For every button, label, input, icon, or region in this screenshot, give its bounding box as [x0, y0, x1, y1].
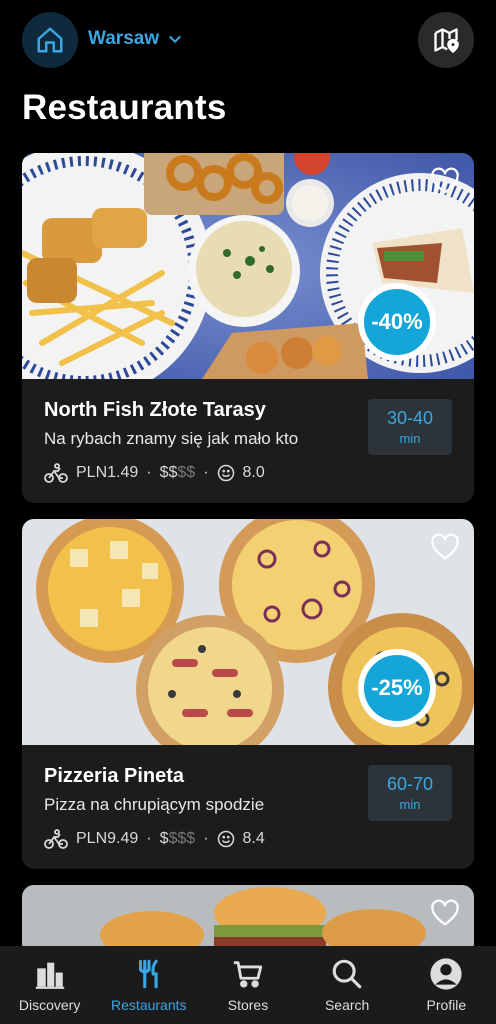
restaurant-description: Pizza na chrupiącym spodzie	[44, 795, 265, 814]
restaurant-name: North Fish Złote Tarasy	[44, 399, 266, 421]
shopping-cart-icon	[233, 961, 263, 988]
heart-icon	[431, 899, 459, 926]
heart-icon	[431, 167, 459, 194]
food-photo-burger	[22, 885, 474, 955]
eta-range: 60-70	[386, 774, 434, 794]
restaurant-card[interactable]: -40% North Fish Złote Tarasy Na rybach z…	[22, 153, 474, 503]
delivery-time-badge: 30-40 min	[368, 399, 452, 455]
separator-dot: ·	[203, 464, 209, 481]
delivery-fee: PLN1.49	[76, 464, 139, 481]
favorite-button[interactable]	[430, 899, 460, 932]
discount-badge: -25%	[358, 649, 436, 727]
home-button[interactable]	[22, 12, 78, 68]
price-level-active: $$	[159, 464, 178, 481]
price-level-dim: $$$	[168, 830, 196, 847]
nav-restaurants[interactable]: Restaurants	[101, 957, 197, 1013]
nav-label-search: Search	[324, 997, 370, 1013]
courier-bike-icon	[44, 829, 68, 849]
map-pin-icon	[434, 28, 459, 53]
nav-label-stores: Stores	[227, 997, 269, 1013]
nav-search[interactable]: Search	[299, 957, 395, 1013]
map-button[interactable]	[418, 12, 474, 68]
restaurant-description: Na rybach znamy się jak mało kto	[44, 429, 299, 448]
nav-discovery[interactable]: Discovery	[2, 957, 98, 1013]
chevron-down-icon	[169, 36, 181, 43]
restaurant-meta: PLN1.49 · $$$$ · 8.0	[44, 463, 265, 483]
restaurant-card[interactable]	[22, 885, 474, 955]
price-level: $$$$	[160, 830, 196, 848]
restaurant-image: -25%	[22, 519, 474, 745]
nav-stores[interactable]: Stores	[200, 957, 296, 1013]
favorite-button[interactable]	[430, 167, 460, 200]
nav-label-discovery: Discovery	[18, 997, 81, 1013]
city-buildings-icon	[35, 962, 64, 989]
courier-bike-icon	[44, 463, 68, 483]
restaurant-image	[22, 885, 474, 955]
eta-unit: min	[399, 431, 421, 446]
restaurant-name: Pizzeria Pineta	[44, 765, 185, 787]
page-title: Restaurants	[22, 88, 227, 127]
top-bar: Warsaw	[0, 0, 496, 80]
city-label: Warsaw	[88, 28, 160, 49]
separator-dot: ·	[146, 830, 152, 847]
nav-label-profile: Profile	[426, 997, 467, 1013]
smiley-icon	[217, 830, 234, 848]
delivery-time-badge: 60-70 min	[368, 765, 452, 821]
home-icon	[37, 27, 63, 53]
price-level-active: $	[159, 830, 169, 847]
price-level: $$$$	[160, 464, 196, 482]
smiley-icon	[217, 464, 234, 482]
fork-knife-icon	[138, 959, 158, 989]
restaurant-info: Pizzeria Pineta Pizza na chrupiącym spod…	[22, 745, 474, 869]
restaurant-info: North Fish Złote Tarasy Na rybach znamy …	[22, 379, 474, 503]
city-selector[interactable]: Warsaw	[88, 28, 183, 50]
nav-profile[interactable]: Profile	[398, 957, 494, 1013]
delivery-fee: PLN9.49	[76, 830, 139, 847]
rating: 8.4	[242, 830, 265, 847]
favorite-button[interactable]	[430, 533, 460, 566]
bottom-navigation: Discovery Restaurants Stores Search Prof…	[0, 946, 496, 1024]
separator-dot: ·	[203, 830, 209, 847]
restaurant-image: -40%	[22, 153, 474, 379]
heart-icon	[431, 533, 459, 560]
nav-label-restaurants: Restaurants	[111, 997, 187, 1013]
discount-badge: -40%	[358, 283, 436, 361]
price-level-dim: $$	[177, 464, 196, 481]
search-icon	[332, 959, 362, 989]
separator-dot: ·	[146, 464, 152, 481]
restaurant-card[interactable]: -25% Pizzeria Pineta Pizza na chrupiącym…	[22, 519, 474, 869]
restaurant-meta: PLN9.49 · $$$$ · 8.4	[44, 829, 265, 849]
profile-avatar-icon	[430, 958, 462, 990]
eta-range: 30-40	[386, 408, 434, 428]
rating: 8.0	[242, 464, 265, 481]
eta-unit: min	[399, 797, 421, 812]
